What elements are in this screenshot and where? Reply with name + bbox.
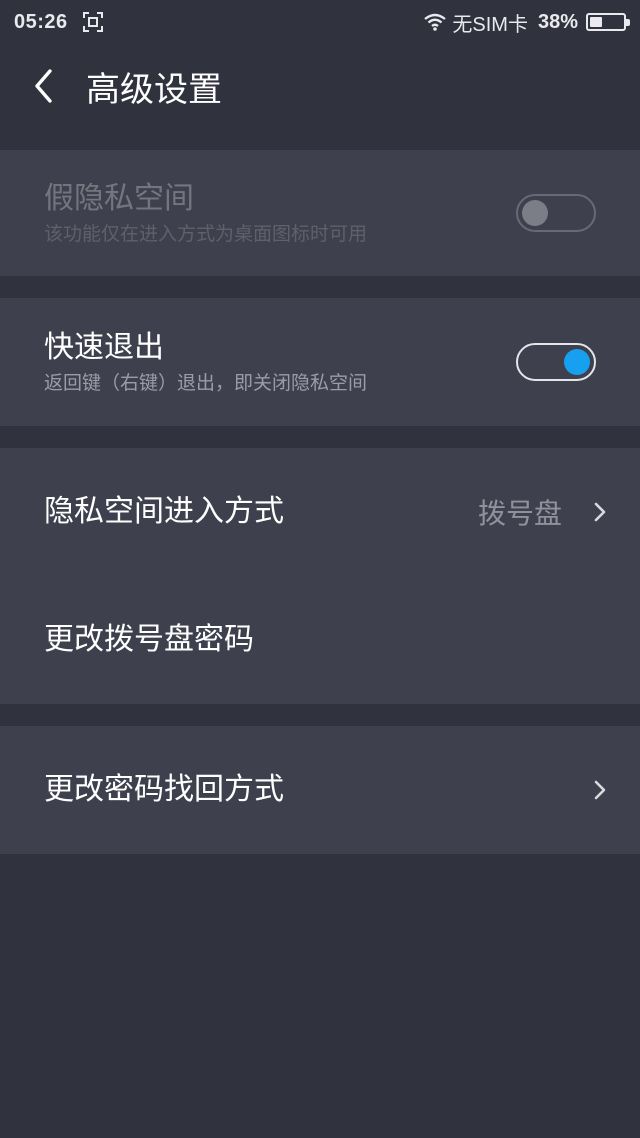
status-bar: 05:26 无SIM卡 38% <box>0 0 640 44</box>
page-title: 高级设置 <box>86 69 222 110</box>
fake-space-subtitle: 该功能仅在进入方式为桌面图标时可用 <box>44 223 368 245</box>
toggle-knob <box>522 200 548 226</box>
chevron-right-icon <box>594 502 606 522</box>
change-recovery-row[interactable]: 更改密码找回方式 <box>0 726 640 854</box>
chevron-right-icon <box>594 780 606 800</box>
quick-exit-text: 快速退出 返回键（右键）退出，即关闭隐私空间 <box>44 328 367 396</box>
entry-method-title: 隐私空间进入方式 <box>44 494 284 529</box>
quick-exit-card: 快速退出 返回键（右键）退出，即关闭隐私空间 <box>0 298 640 426</box>
quick-exit-subtitle: 返回键（右键）退出，即关闭隐私空间 <box>44 372 368 394</box>
change-dial-password-row[interactable]: 更改拨号盘密码 <box>0 576 640 704</box>
recovery-card: 更改密码找回方式 <box>0 726 640 854</box>
screenshot-icon <box>82 12 103 32</box>
status-time: 05:26 <box>14 10 68 33</box>
change-dial-password-title: 更改拨号盘密码 <box>44 622 254 657</box>
entry-method-value: 拨号盘 <box>477 497 562 530</box>
header: 高级设置 <box>0 44 640 128</box>
toggle-knob <box>564 349 590 375</box>
quick-exit-title: 快速退出 <box>44 330 164 365</box>
status-left: 05:26 <box>14 11 104 34</box>
quick-exit-row[interactable]: 快速退出 返回键（右键）退出，即关闭隐私空间 <box>0 298 640 426</box>
battery-percent: 38% <box>537 10 578 33</box>
back-arrow-icon <box>35 69 52 103</box>
battery-icon <box>586 13 630 31</box>
back-button[interactable] <box>0 44 86 128</box>
fake-space-row[interactable]: 假隐私空间 该功能仅在进入方式为桌面图标时可用 <box>0 150 640 276</box>
quick-exit-toggle[interactable] <box>516 343 596 381</box>
wifi-icon <box>424 13 447 31</box>
fake-space-title: 假隐私空间 <box>44 181 194 216</box>
fake-space-toggle[interactable] <box>516 194 596 232</box>
status-right: 无SIM卡 38% <box>424 8 630 37</box>
entry-method-row[interactable]: 隐私空间进入方式 拨号盘 <box>0 448 640 576</box>
fake-space-text: 假隐私空间 该功能仅在进入方式为桌面图标时可用 <box>44 179 367 247</box>
entry-card: 隐私空间进入方式 拨号盘 更改拨号盘密码 <box>0 448 640 704</box>
battery-fill <box>590 17 603 27</box>
fake-space-card: 假隐私空间 该功能仅在进入方式为桌面图标时可用 <box>0 150 640 276</box>
sim-status: 无SIM卡 <box>452 13 528 36</box>
change-recovery-title: 更改密码找回方式 <box>44 772 284 807</box>
